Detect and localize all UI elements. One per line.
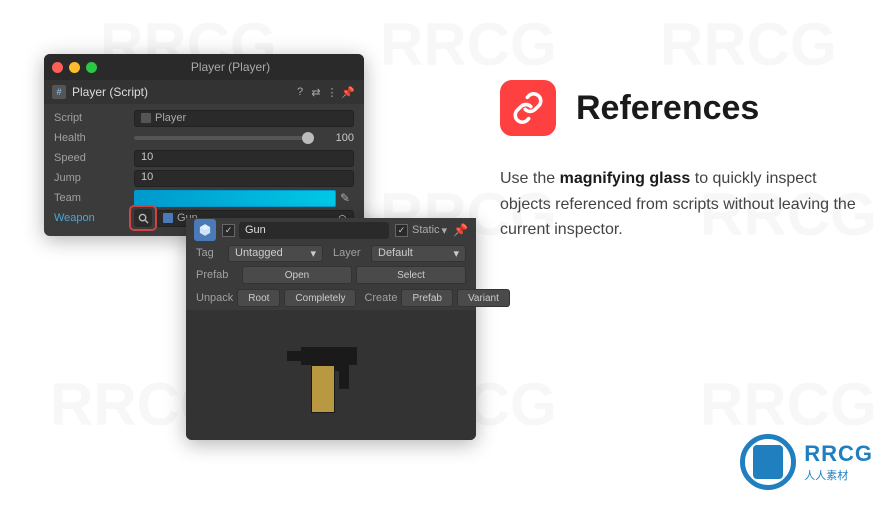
static-toggle[interactable]: ✓Static▾ [395,224,447,237]
gun-model [281,325,381,425]
team-field-row: Team ✎ [44,188,364,208]
tag-label: Tag [196,247,224,259]
script-file-icon [141,113,151,123]
speed-input[interactable]: 10 [134,150,354,167]
gameobject-header: ✓ Gun ✓Static▾ 📌 [186,218,476,242]
jump-label: Jump [54,172,134,184]
health-slider[interactable]: 100 [134,132,354,144]
color-picker-icon[interactable]: ✎ [336,191,354,205]
layer-label: Layer [333,247,367,259]
weapon-label: Weapon [54,212,134,224]
pin-icon[interactable]: 📌 [453,223,468,237]
create-label: Create [364,292,397,304]
health-field-row: Health 100 [44,128,364,148]
speed-field-row: Speed 10 [44,148,364,168]
jump-input[interactable]: 10 [134,170,354,187]
active-checkbox[interactable]: ✓ [222,224,235,237]
info-panel: References Use the magnifying glass to q… [500,80,860,243]
brand-name: RRCG [804,441,873,467]
menu-icon[interactable]: ⋮ [324,86,340,99]
prefab-cube-icon [194,219,216,241]
window-title: Player (Player) [105,60,356,74]
watermark: RRCG [700,370,877,439]
prefab-button[interactable]: Prefab [401,289,452,307]
cube-icon [163,213,173,223]
minimize-icon[interactable] [69,62,80,73]
unpack-label: Unpack [196,292,233,304]
prefab-row: Prefab Open Select [186,264,476,286]
titlebar[interactable]: Player (Player) [44,54,364,80]
script-field-row: Script Player [44,108,364,128]
layer-dropdown[interactable]: Default▾ [371,245,466,262]
component-name: Player (Script) [72,85,292,99]
watermark: RRCG [380,10,557,79]
prefab-label: Prefab [196,269,238,281]
tag-dropdown[interactable]: Untagged▾ [228,245,323,262]
references-description: Use the magnifying glass to quickly insp… [500,166,860,243]
magnifying-glass-button[interactable] [134,209,152,227]
gameobject-name-input[interactable]: Gun [239,222,389,239]
team-label: Team [54,192,134,204]
link-icon [500,80,556,136]
select-button[interactable]: Select [356,266,466,284]
script-label: Script [54,112,134,124]
brand-sub: 人人素材 [804,467,873,483]
unpack-create-row: Unpack Root Completely Create Prefab Var… [186,286,476,310]
completely-button[interactable]: Completely [284,289,356,307]
watermark: RRCG [660,10,837,79]
variant-button[interactable]: Variant [457,289,510,307]
maximize-icon[interactable] [86,62,97,73]
team-color-field[interactable] [134,190,336,207]
script-value: Player [155,112,186,124]
health-label: Health [54,132,134,144]
tag-layer-row: Tag Untagged▾ Layer Default▾ [186,242,476,264]
chevron-down-icon: ▾ [310,247,316,260]
jump-field-row: Jump 10 [44,168,364,188]
script-icon: # [52,85,66,99]
preset-icon[interactable]: ⇄ [308,86,324,99]
model-preview[interactable] [186,310,476,440]
brand-logo: RRCG 人人素材 [740,434,873,490]
close-icon[interactable] [52,62,63,73]
health-value: 100 [320,132,354,144]
component-header[interactable]: # Player (Script) ? ⇄ ⋮ 📌 [44,80,364,104]
open-button[interactable]: Open [242,266,352,284]
chevron-down-icon: ▾ [453,247,459,260]
root-button[interactable]: Root [237,289,280,307]
gun-inspector-popup: ✓ Gun ✓Static▾ 📌 Tag Untagged▾ Layer Def… [186,218,476,440]
script-object-field[interactable]: Player [134,110,354,127]
references-title: References [576,89,759,128]
brand-badge-icon [740,434,796,490]
search-icon [138,213,149,224]
pin-icon[interactable]: 📌 [340,86,356,99]
help-icon[interactable]: ? [292,86,308,98]
speed-label: Speed [54,152,134,164]
player-inspector-window: Player (Player) # Player (Script) ? ⇄ ⋮ … [44,54,364,236]
